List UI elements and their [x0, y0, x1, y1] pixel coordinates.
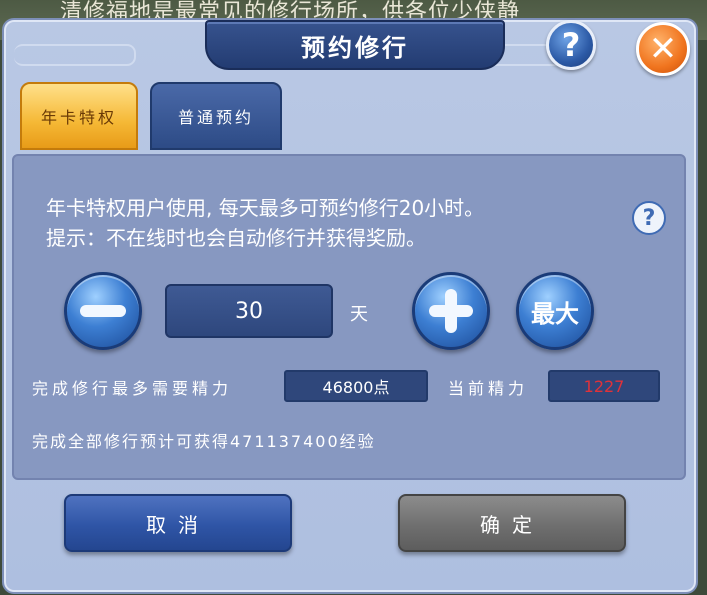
cloud-ornament-left — [14, 44, 136, 66]
tab-annual-card[interactable]: 年卡特权 — [20, 82, 138, 150]
minus-icon — [80, 305, 126, 317]
confirm-button[interactable]: 确定 — [398, 494, 626, 552]
question-icon: ? — [642, 205, 656, 231]
required-energy-label: 完成修行最多需要精力 — [32, 379, 233, 398]
current-energy-text: 1227 — [583, 376, 625, 396]
quantity-field[interactable]: 30 — [165, 284, 333, 338]
tab-label: 普通预约 — [177, 108, 254, 127]
increase-button[interactable] — [412, 272, 490, 350]
notice-help-button[interactable]: ? — [632, 201, 666, 235]
reward-text: 完成全部修行预计可获得471137400经验 — [32, 432, 376, 451]
notice-text: 年卡特权用户使用, 每天最多可预约修行20小时。 提示：不在线时也会自动修行并获… — [46, 193, 484, 253]
current-energy-value: 1227 — [548, 370, 660, 402]
tab-label: 年卡特权 — [40, 108, 117, 127]
cancel-button[interactable]: 取消 — [64, 494, 292, 552]
decrease-button[interactable] — [64, 272, 142, 350]
max-label: 最大 — [531, 299, 579, 328]
close-icon: ✕ — [648, 29, 678, 69]
required-energy-text: 46800点 — [322, 378, 390, 397]
tab-normal-booking[interactable]: 普通预约 — [150, 82, 282, 150]
required-energy-value: 46800点 — [284, 370, 428, 402]
notice-line-2: 提示：不在线时也会自动修行并获得奖励。 — [46, 226, 426, 250]
dialog-title: 预约修行 — [205, 20, 505, 70]
help-button[interactable]: ? — [546, 20, 596, 70]
current-energy-label: 当前精力 — [448, 379, 529, 398]
plus-icon — [429, 289, 473, 333]
quantity-value: 30 — [235, 298, 263, 324]
quantity-unit: 天 — [350, 304, 368, 325]
cancel-label: 取消 — [146, 512, 210, 537]
notice-line-1: 年卡特权用户使用, 每天最多可预约修行20小时。 — [46, 196, 485, 220]
max-button[interactable]: 最大 — [516, 272, 594, 350]
close-button[interactable]: ✕ — [636, 22, 690, 76]
confirm-label: 确定 — [480, 512, 544, 537]
question-icon: ? — [561, 26, 581, 64]
